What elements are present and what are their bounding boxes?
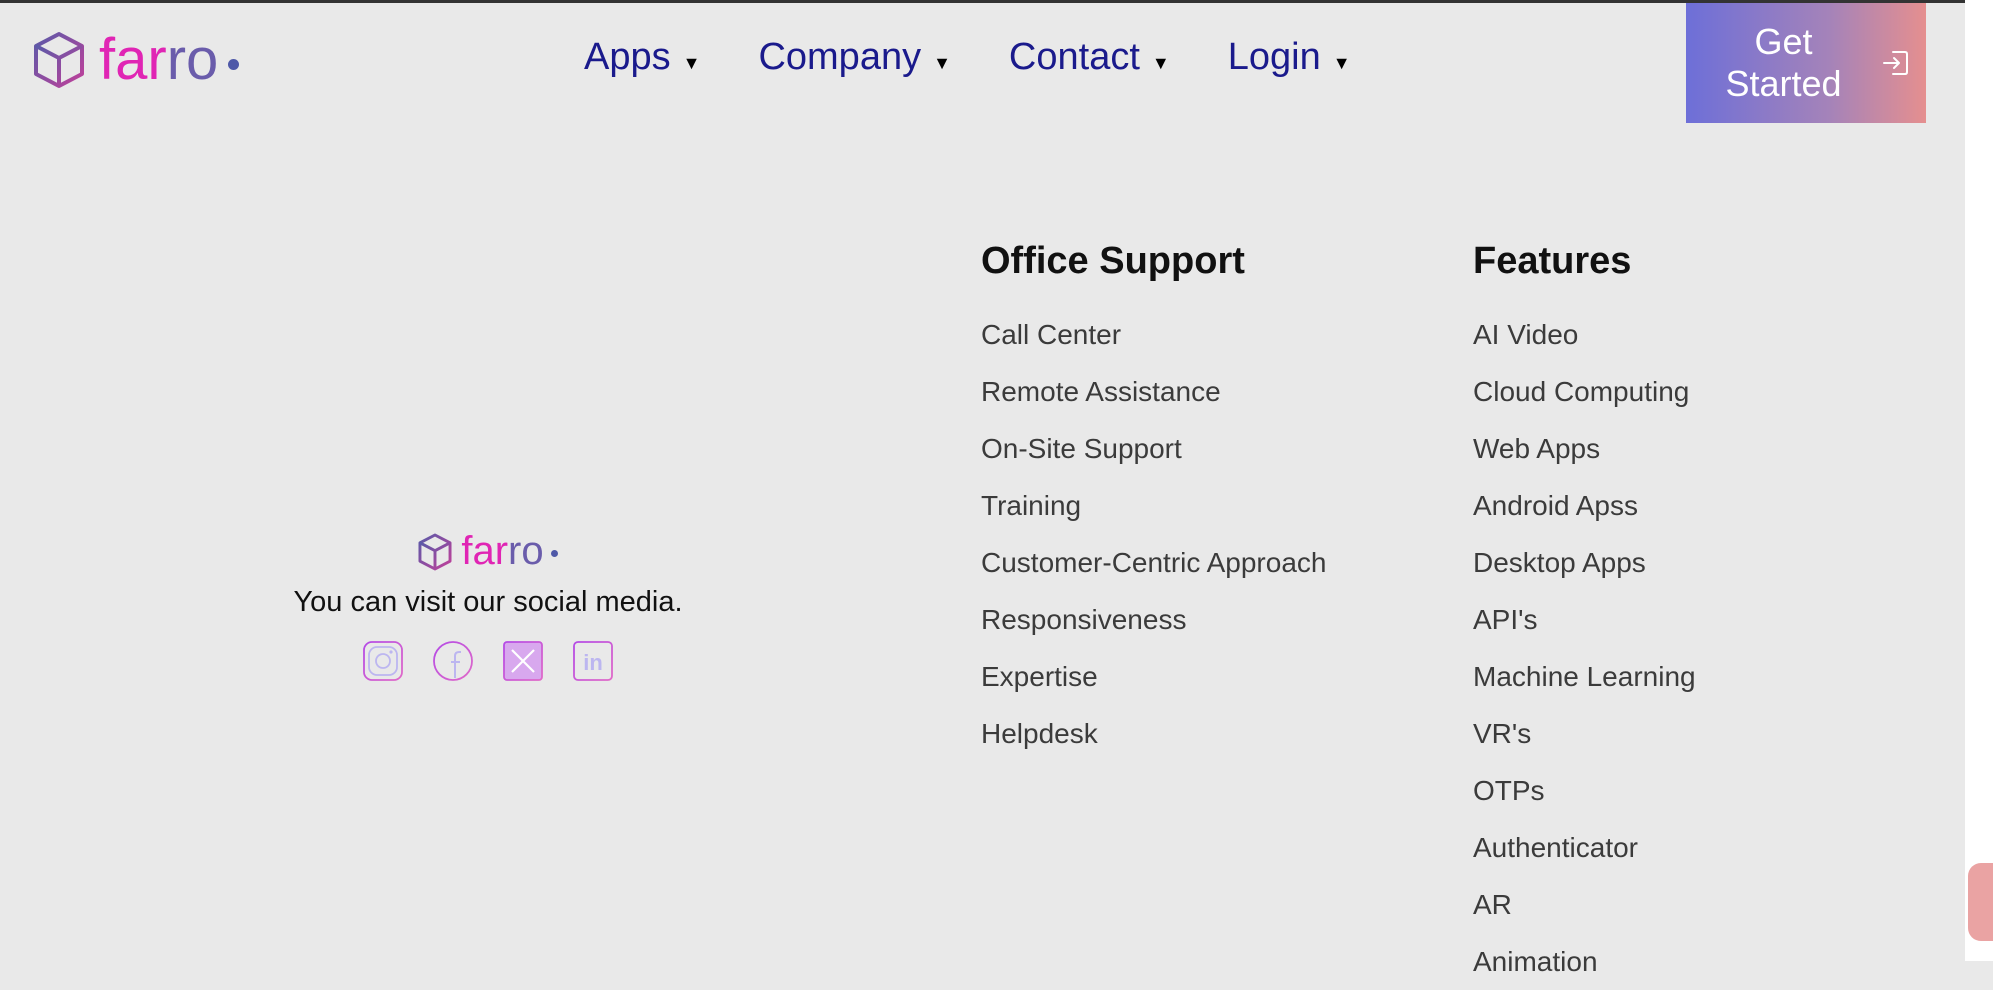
office-support-column: Office Support Call Center Remote Assist… xyxy=(981,236,1326,762)
feature-link-apis[interactable]: API's xyxy=(1473,591,1696,648)
get-started-label: Get Started xyxy=(1686,21,1881,105)
social-links: in xyxy=(280,641,696,681)
logo-text-ro: ro xyxy=(166,27,219,92)
get-started-line1: Get xyxy=(1754,21,1813,62)
feature-link-otps[interactable]: OTPs xyxy=(1473,762,1696,819)
nav-apps[interactable]: Apps ▼ xyxy=(584,36,700,79)
office-support-heading: Office Support xyxy=(981,240,1245,282)
footer-logo-dot xyxy=(550,550,558,557)
features-list: AI Video Cloud Computing Web Apps Androi… xyxy=(1473,306,1696,990)
caret-down-icon: ▼ xyxy=(933,53,951,73)
nav-apps-label: Apps xyxy=(584,36,671,78)
feature-link-animation[interactable]: Animation xyxy=(1473,933,1696,990)
svg-text:in: in xyxy=(583,650,603,675)
logo-text-far: far xyxy=(99,27,167,92)
footer-logo-wordmark: far ro xyxy=(461,529,558,574)
scrollbar-track[interactable] xyxy=(1965,0,1993,961)
nav-contact-label: Contact xyxy=(1008,36,1140,78)
office-link-call-center[interactable]: Call Center xyxy=(981,306,1326,363)
scrollbar-thumb[interactable] xyxy=(1968,863,1993,941)
nav-login-label: Login xyxy=(1227,36,1321,78)
feature-link-machine-learning[interactable]: Machine Learning xyxy=(1473,648,1696,705)
office-link-on-site-support[interactable]: On-Site Support xyxy=(981,420,1326,477)
x-icon[interactable] xyxy=(503,641,543,681)
footer-logo[interactable]: far ro xyxy=(280,529,696,574)
nav-contact[interactable]: Contact ▼ xyxy=(1009,36,1170,79)
office-link-expertise[interactable]: Expertise xyxy=(981,648,1326,705)
nav-company[interactable]: Company ▼ xyxy=(758,36,950,79)
feature-link-vrs[interactable]: VR's xyxy=(1473,705,1696,762)
logo[interactable]: far ro xyxy=(33,27,240,92)
feature-link-desktop-apps[interactable]: Desktop Apps xyxy=(1473,534,1696,591)
office-link-training[interactable]: Training xyxy=(981,477,1326,534)
facebook-icon[interactable] xyxy=(433,641,473,681)
caret-down-icon: ▼ xyxy=(1151,53,1170,73)
instagram-icon[interactable] xyxy=(363,641,403,681)
cube-logo-icon xyxy=(34,32,84,88)
top-border xyxy=(0,0,1965,3)
cube-logo-icon xyxy=(418,533,452,570)
feature-link-ai-video[interactable]: AI Video xyxy=(1473,306,1696,363)
footer-brand: far ro You can visit our social media. in xyxy=(280,529,696,681)
features-heading: Features xyxy=(1473,240,1632,282)
login-icon xyxy=(1883,51,1908,75)
social-tagline: You can visit our social media. xyxy=(293,586,683,618)
office-link-helpdesk[interactable]: Helpdesk xyxy=(981,705,1326,762)
get-started-line2: Started xyxy=(1725,63,1842,104)
feature-link-cloud-computing[interactable]: Cloud Computing xyxy=(1473,363,1696,420)
footer-logo-far: far xyxy=(461,529,509,573)
get-started-button[interactable]: Get Started xyxy=(1686,3,1926,123)
feature-link-android-apps[interactable]: Android Apss xyxy=(1473,477,1696,534)
office-link-remote-assistance[interactable]: Remote Assistance xyxy=(981,363,1326,420)
footer-logo-ro: ro xyxy=(508,529,544,573)
office-support-list: Call Center Remote Assistance On-Site Su… xyxy=(981,306,1326,762)
caret-down-icon: ▼ xyxy=(1332,53,1351,73)
office-link-customer-centric[interactable]: Customer-Centric Approach xyxy=(981,534,1326,591)
caret-down-icon: ▼ xyxy=(682,53,701,73)
logo-dot xyxy=(228,58,240,70)
office-link-responsiveness[interactable]: Responsiveness xyxy=(981,591,1326,648)
linkedin-icon[interactable]: in xyxy=(573,641,613,681)
nav-login[interactable]: Login ▼ xyxy=(1228,36,1351,79)
main-nav: Apps ▼ Company ▼ Contact ▼ Login ▼ xyxy=(584,36,1351,79)
feature-link-ar[interactable]: AR xyxy=(1473,876,1696,933)
features-column: Features AI Video Cloud Computing Web Ap… xyxy=(1473,236,1696,990)
logo-wordmark: far ro xyxy=(99,27,240,92)
nav-company-label: Company xyxy=(758,36,922,78)
feature-link-web-apps[interactable]: Web Apps xyxy=(1473,420,1696,477)
feature-link-authenticator[interactable]: Authenticator xyxy=(1473,819,1696,876)
